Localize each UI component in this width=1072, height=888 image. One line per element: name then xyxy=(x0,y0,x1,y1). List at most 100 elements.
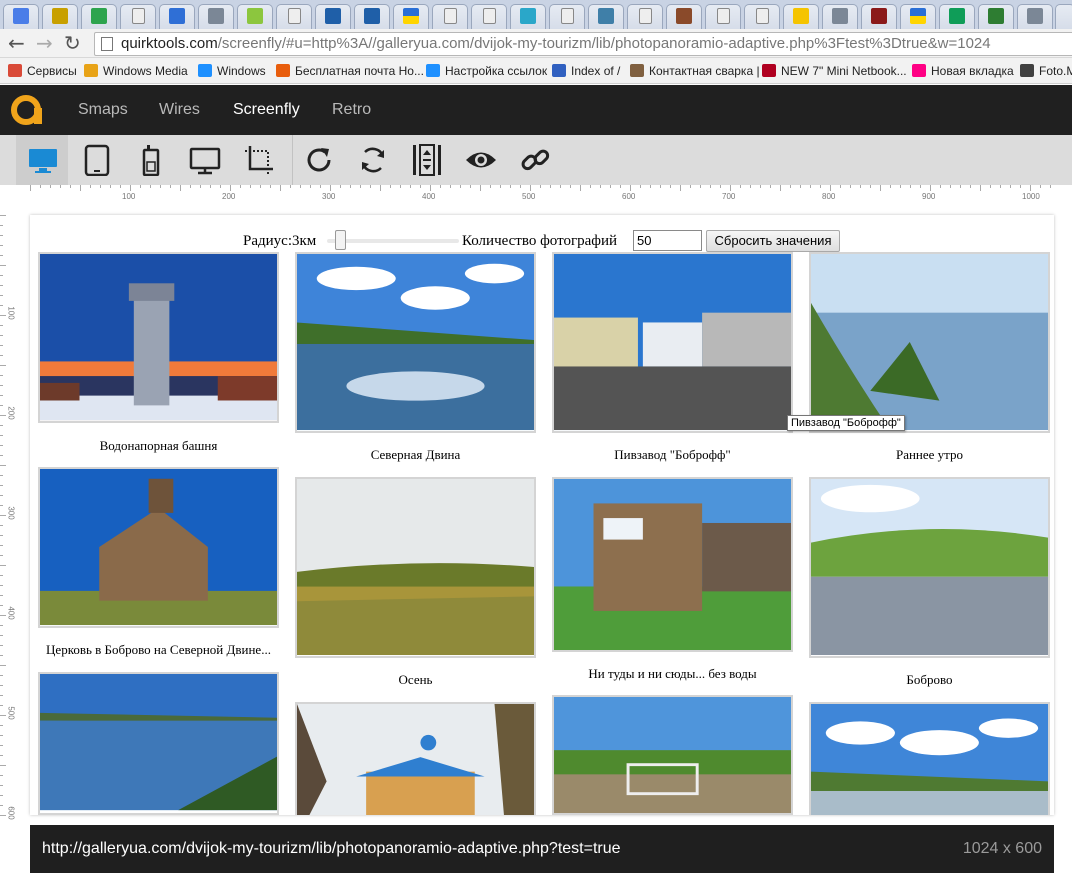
two-icon xyxy=(552,64,566,77)
browser-tab[interactable] xyxy=(276,4,312,29)
browser-tab[interactable] xyxy=(861,4,897,29)
photo-thumbnail[interactable] xyxy=(809,477,1050,658)
forward-icon[interactable]: → xyxy=(36,33,53,53)
browser-tab[interactable] xyxy=(198,4,234,29)
browser-tab[interactable] xyxy=(120,4,156,29)
radius-slider[interactable] xyxy=(327,230,459,250)
tv-button[interactable] xyxy=(178,135,230,185)
browser-tab[interactable] xyxy=(666,4,702,29)
browser-tab[interactable] xyxy=(939,4,975,29)
doc-favicon-icon xyxy=(444,8,457,24)
photo-caption: Водонапорная башня xyxy=(99,438,218,453)
browser-tab[interactable] xyxy=(159,4,195,29)
browser-tab[interactable] xyxy=(549,4,585,29)
browser-tab[interactable] xyxy=(354,4,390,29)
custom-size-button[interactable] xyxy=(232,135,284,185)
eye-icon xyxy=(466,152,496,168)
bookmark-item[interactable]: Windows xyxy=(198,58,266,84)
ruler-tick-label: 200 xyxy=(222,192,236,201)
photo-thumbnail[interactable] xyxy=(552,695,793,815)
photo-thumbnail[interactable] xyxy=(552,252,793,433)
phone-button[interactable] xyxy=(124,135,176,185)
ruler-tick-label: 400 xyxy=(422,192,436,201)
back-icon[interactable]: ← xyxy=(8,33,25,53)
bookmark-label: Foto.M xyxy=(1039,64,1072,78)
browser-tab[interactable] xyxy=(744,4,780,29)
bookmark-item[interactable]: Бесплатная почта Но... xyxy=(276,58,424,84)
bookmark-item[interactable]: Foto.M xyxy=(1020,58,1072,84)
browser-tab[interactable] xyxy=(471,4,507,29)
browser-tab[interactable] xyxy=(900,4,936,29)
photo-thumbnail[interactable] xyxy=(809,702,1050,815)
zz-favicon-icon xyxy=(52,8,68,24)
nav-retro[interactable]: Retro xyxy=(332,100,371,120)
browser-tab[interactable] xyxy=(627,4,663,29)
rotate-button[interactable] xyxy=(346,135,398,185)
photo-count-label: Количество фотографий xyxy=(462,233,618,249)
ruler-tick-label: 1000 xyxy=(1022,192,1040,201)
bookmark-label: NEW 7" Mini Netbook... xyxy=(781,64,907,78)
info-favicon-icon xyxy=(988,8,1004,24)
scroll-button[interactable] xyxy=(400,135,452,185)
photo-thumbnail[interactable] xyxy=(295,702,536,815)
slider-thumb[interactable] xyxy=(335,230,346,250)
bookmark-item[interactable]: NEW 7" Mini Netbook... xyxy=(762,58,907,84)
tablet-button[interactable] xyxy=(70,135,122,185)
bookmark-item[interactable]: Новая вкладка xyxy=(912,58,1014,84)
windows-icon xyxy=(276,64,290,77)
photo-thumbnail[interactable] xyxy=(38,467,279,628)
refresh-icon xyxy=(307,148,331,172)
globe-favicon-icon xyxy=(520,8,536,24)
photo-count-input[interactable]: 50 xyxy=(633,230,702,251)
chapel-photo xyxy=(297,704,534,815)
browser-tab[interactable] xyxy=(1017,4,1053,29)
bookmark-item[interactable]: Контактная сварка | xyxy=(630,58,760,84)
app-header: Smaps Wires Screenfly Retro xyxy=(0,85,1072,135)
pic-favicon-icon xyxy=(598,8,614,24)
bookmark-item[interactable]: Index of / xyxy=(552,58,620,84)
share-link-button[interactable] xyxy=(508,135,560,185)
browser-tab[interactable] xyxy=(393,4,429,29)
bookmark-item[interactable]: Windows Media xyxy=(84,58,188,84)
browser-tab[interactable] xyxy=(510,4,546,29)
bookmark-item[interactable]: Настройка ссылок xyxy=(426,58,547,84)
refresh-button[interactable] xyxy=(292,135,344,185)
browser-tab[interactable] xyxy=(81,4,117,29)
browser-tab[interactable] xyxy=(783,4,819,29)
browser-tab[interactable] xyxy=(978,4,1014,29)
doc-favicon-icon xyxy=(717,8,730,24)
nav-screenfly[interactable]: Screenfly xyxy=(233,100,300,120)
browser-tab[interactable] xyxy=(42,4,78,29)
r-favicon-icon xyxy=(871,8,887,24)
browser-tab[interactable] xyxy=(315,4,351,29)
new-tab-button[interactable] xyxy=(1055,4,1072,29)
desktop-button[interactable] xyxy=(16,135,68,185)
reset-button[interactable]: Сбросить значения xyxy=(706,230,840,252)
browser-tab[interactable] xyxy=(3,4,39,29)
photo-thumbnail[interactable] xyxy=(295,477,536,658)
status-footer: http://galleryua.com/dvijok-my-tourizm/l… xyxy=(30,825,1054,873)
browser-tab[interactable] xyxy=(705,4,741,29)
booth-photo xyxy=(554,479,791,650)
photo-thumbnail[interactable] xyxy=(38,672,279,815)
nav-wires[interactable]: Wires xyxy=(159,100,200,120)
proxy-button[interactable] xyxy=(454,135,506,185)
browser-tab[interactable] xyxy=(237,4,273,29)
photo-thumbnail[interactable] xyxy=(809,252,1050,433)
doc-favicon-icon xyxy=(132,8,145,24)
h-favicon-icon xyxy=(832,8,848,24)
photo-thumbnail[interactable] xyxy=(295,252,536,433)
photo-thumbnail[interactable] xyxy=(552,477,793,652)
nav-smaps[interactable]: Smaps xyxy=(78,100,128,120)
quirktools-logo-icon[interactable] xyxy=(10,94,44,126)
bookmark-item[interactable]: Сервисы xyxy=(8,58,77,84)
browser-tab[interactable] xyxy=(588,4,624,29)
doc-favicon-icon xyxy=(561,8,574,24)
url-field[interactable]: quirktools.com/screenfly/#u=http%3A//gal… xyxy=(94,32,1072,56)
preview-viewport[interactable]: Радиус:3км Количество фотографий 50 Сбро… xyxy=(30,215,1054,815)
reload-icon[interactable]: ↻ xyxy=(64,33,81,53)
browser-tab[interactable] xyxy=(432,4,468,29)
phone-icon xyxy=(142,145,160,176)
photo-thumbnail[interactable] xyxy=(38,252,279,423)
browser-tab[interactable] xyxy=(822,4,858,29)
